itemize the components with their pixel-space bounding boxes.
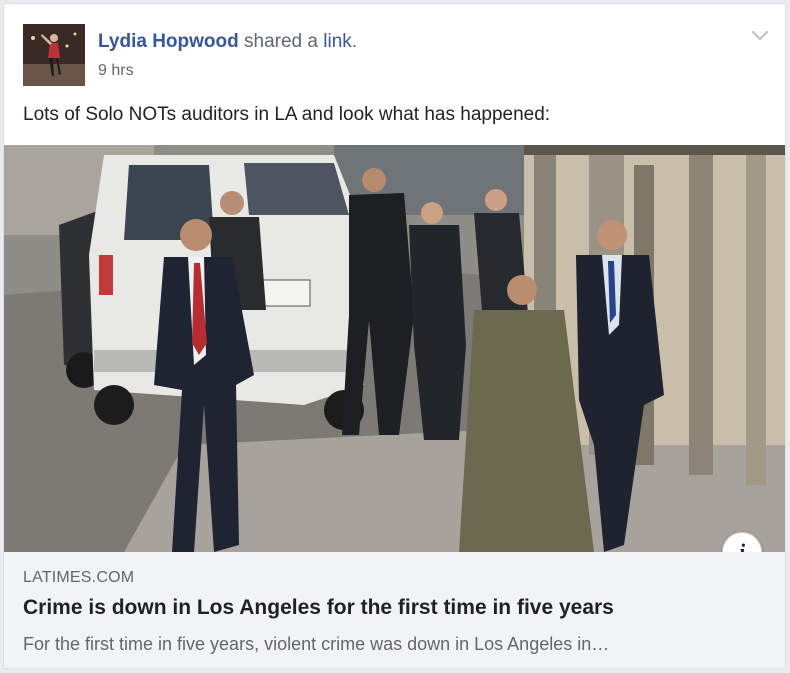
link-preview[interactable]: LATIMES.COM Crime is down in Los Angeles… bbox=[4, 552, 785, 668]
link-description: For the first time in five years, violen… bbox=[23, 634, 610, 654]
feed-post: Lydia Hopwood shared a link. 9 hrs Lots … bbox=[3, 3, 786, 669]
street-scene-image bbox=[4, 145, 785, 552]
post-action: shared a link. bbox=[244, 31, 357, 52]
author-avatar[interactable] bbox=[23, 24, 85, 86]
author-name[interactable]: Lydia Hopwood bbox=[98, 31, 239, 52]
action-suffix: . bbox=[351, 31, 358, 52]
link-title[interactable]: Crime is down in Los Angeles for the fir… bbox=[23, 596, 614, 620]
author-line: Lydia Hopwood shared a link. bbox=[98, 30, 357, 54]
avatar-image bbox=[23, 24, 85, 86]
action-link[interactable]: link bbox=[323, 31, 352, 52]
link-preview-image[interactable] bbox=[4, 145, 785, 552]
chevron-down-icon[interactable] bbox=[749, 26, 771, 46]
post-text: Lots of Solo NOTs auditors in LA and loo… bbox=[23, 104, 551, 125]
post-header: Lydia Hopwood shared a link. 9 hrs bbox=[4, 4, 785, 99]
link-domain: LATIMES.COM bbox=[23, 569, 135, 586]
post-timestamp[interactable]: 9 hrs bbox=[98, 62, 134, 80]
action-prefix: shared a bbox=[244, 31, 318, 52]
